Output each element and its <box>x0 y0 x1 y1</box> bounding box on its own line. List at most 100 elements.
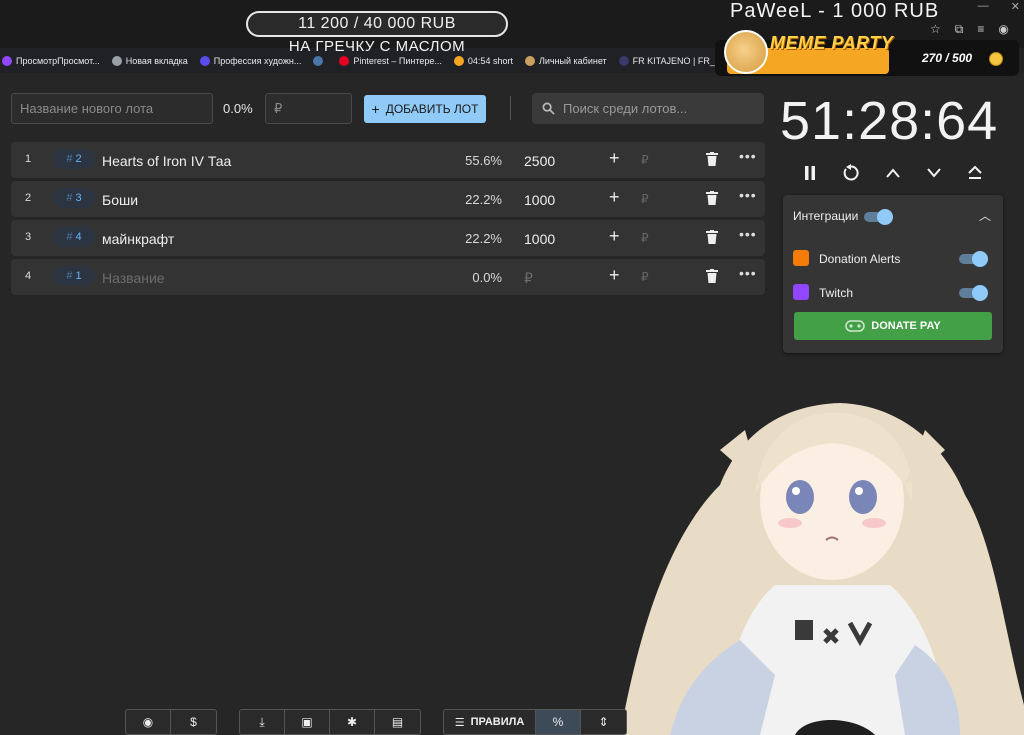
bookmark-favicon-icon <box>199 55 210 66</box>
delete-lot-icon[interactable] <box>706 269 718 283</box>
lot-add-amount-input[interactable]: ₽ <box>641 153 649 167</box>
star-icon[interactable]: ☆ <box>930 22 941 37</box>
lot-id-badge: #2 <box>53 149 95 169</box>
lot-amount-input[interactable]: 1000 <box>524 231 555 247</box>
integrations-panel: Интеграции ︿ Donation Alerts Twitch DONA… <box>783 195 1003 353</box>
lot-amount-input[interactable]: ₽ <box>524 270 533 287</box>
bookmark-label: Новая вкладка <box>125 55 188 66</box>
extensions-icon[interactable]: ⧉ <box>955 22 964 37</box>
new-lot-percent: 0.0% <box>223 101 253 116</box>
bookmark-item[interactable]: Новая вкладка <box>111 55 188 66</box>
doge-icon <box>724 30 768 74</box>
new-lot-name-input[interactable]: Название нового лота <box>11 93 213 124</box>
lot-id-badge: #1 <box>53 266 95 286</box>
minimize-icon[interactable]: — <box>978 0 989 13</box>
integrations-toggle[interactable] <box>864 209 893 225</box>
integrations-header: Интеграции <box>793 209 859 223</box>
close-icon[interactable]: ✕ <box>1011 0 1020 13</box>
timer-display: 51:28:64 <box>780 91 999 151</box>
donate-button[interactable]: $ <box>171 710 216 734</box>
bug-report-button[interactable]: ✱ <box>330 710 375 734</box>
hash-icon: # <box>66 231 73 243</box>
hash-icon: # <box>66 153 73 165</box>
hash-icon: # <box>66 192 73 204</box>
lot-index: 4 <box>25 270 32 282</box>
search-placeholder: Поиск среди лотов... <box>563 101 688 116</box>
compact-toggle[interactable]: ⇕ <box>581 710 626 734</box>
lot-name-input[interactable]: майнкрафт <box>102 231 174 247</box>
lot-name-input[interactable]: Hearts of Iron IV Таа <box>102 153 231 169</box>
browser-toolbar-icons: ☆ ⧉ ≡ ◉ <box>930 22 1009 37</box>
save-button[interactable]: ▣ <box>285 710 330 734</box>
bookmark-item[interactable]: FR KITAJENO | FR_en <box>618 55 725 66</box>
hash-icon: # <box>66 270 73 282</box>
lot-add-amount-button[interactable]: + <box>609 226 620 247</box>
bookmark-label: 04:54 short <box>467 55 513 66</box>
lot-percent: 0.0% <box>472 270 502 285</box>
clear-button[interactable]: ▤ <box>375 710 420 734</box>
lot-row: 1 #2 Hearts of Iron IV Таа 55.6% 2500 + ₽ ••• <box>11 142 765 178</box>
bookmark-item[interactable]: ПросмотрПросмот... <box>2 55 100 66</box>
bookmark-item[interactable]: Pinterest – Пинтере... <box>339 55 442 66</box>
github-button[interactable]: ◉ <box>126 710 171 734</box>
lot-id-badge: #3 <box>53 188 95 208</box>
bookmark-item[interactable]: 04:54 short <box>453 55 513 66</box>
bookmark-item[interactable]: Профессия художн... <box>199 55 301 66</box>
new-lot-name-placeholder: Название нового лота <box>20 101 154 116</box>
gamepad-icon <box>845 320 865 332</box>
time-double-up-button[interactable] <box>964 162 986 184</box>
download-button[interactable]: ⤓ <box>240 710 285 734</box>
lot-index: 2 <box>25 192 32 204</box>
delete-lot-icon[interactable] <box>706 230 718 244</box>
lot-add-amount-button[interactable]: + <box>609 148 620 169</box>
donation-alerts-toggle[interactable] <box>959 251 988 267</box>
twitch-label: Twitch <box>819 286 854 300</box>
profile-icon[interactable]: ◉ <box>998 22 1008 37</box>
media-icon[interactable]: ≡ <box>977 22 984 37</box>
lot-search-input[interactable]: Поиск среди лотов... <box>532 93 764 124</box>
lot-add-amount-input[interactable]: ₽ <box>641 270 649 284</box>
donate-pay-button[interactable]: DONATE PAY <box>794 312 992 340</box>
pause-button[interactable] <box>799 162 821 184</box>
lot-add-amount-input[interactable]: ₽ <box>641 192 649 206</box>
toolbar-group-actions: ⤓ ▣ ✱ ▤ <box>239 709 421 735</box>
new-lot-amount-input[interactable]: ₽ <box>265 93 352 124</box>
lot-name-input[interactable]: Название <box>102 270 165 286</box>
bookmark-favicon-icon <box>2 55 12 66</box>
download-icon: ⤓ <box>259 714 265 729</box>
save-icon: ▣ <box>301 715 313 729</box>
lot-amount-input[interactable]: 2500 <box>524 153 555 169</box>
rules-label: ПРАВИЛА <box>470 716 525 728</box>
donation-alerts-label: Donation Alerts <box>819 252 901 266</box>
lot-menu-icon[interactable]: ••• <box>739 226 757 242</box>
lot-id-badge: #4 <box>53 227 95 247</box>
lot-add-amount-button[interactable]: + <box>609 187 620 208</box>
rules-button[interactable]: ☰ ПРАВИЛА <box>444 710 536 734</box>
lot-menu-icon[interactable]: ••• <box>739 187 757 203</box>
meme-party-title: MEME PARTY <box>770 33 894 53</box>
twitch-icon <box>793 284 809 300</box>
delete-lot-icon[interactable] <box>706 152 718 166</box>
lot-menu-icon[interactable]: ••• <box>739 148 757 164</box>
delete-lot-icon[interactable] <box>706 191 718 205</box>
bookmark-item[interactable] <box>313 55 327 66</box>
bookmark-item[interactable]: Личный кабинет <box>524 55 607 66</box>
time-up-button[interactable] <box>882 162 904 184</box>
time-down-button[interactable] <box>923 162 945 184</box>
reset-button[interactable] <box>840 162 862 184</box>
donation-goal: 11 200 / 40 000 RUB <box>246 11 508 37</box>
percent-label: % <box>552 715 564 729</box>
lot-name-input[interactable]: Боши <box>102 192 138 208</box>
lot-add-amount-input[interactable]: ₽ <box>641 231 649 245</box>
collapse-chevron-icon[interactable]: ︿ <box>979 207 991 224</box>
lot-add-amount-button[interactable]: + <box>609 265 620 286</box>
lot-row: 3 #4 майнкрафт 22.2% 1000 + ₽ ••• <box>11 220 765 256</box>
twitch-toggle[interactable] <box>959 285 988 301</box>
add-lot-button[interactable]: + ДОБАВИТЬ ЛОТ <box>364 95 486 123</box>
percent-toggle[interactable]: % <box>536 710 581 734</box>
lot-menu-icon[interactable]: ••• <box>739 265 757 281</box>
goal-text: 11 200 / 40 000 RUB <box>298 15 456 32</box>
coin-icon <box>989 52 1003 66</box>
lot-amount-input[interactable]: 1000 <box>524 192 555 208</box>
bookmark-label: Pinterest – Пинтере... <box>353 55 442 66</box>
